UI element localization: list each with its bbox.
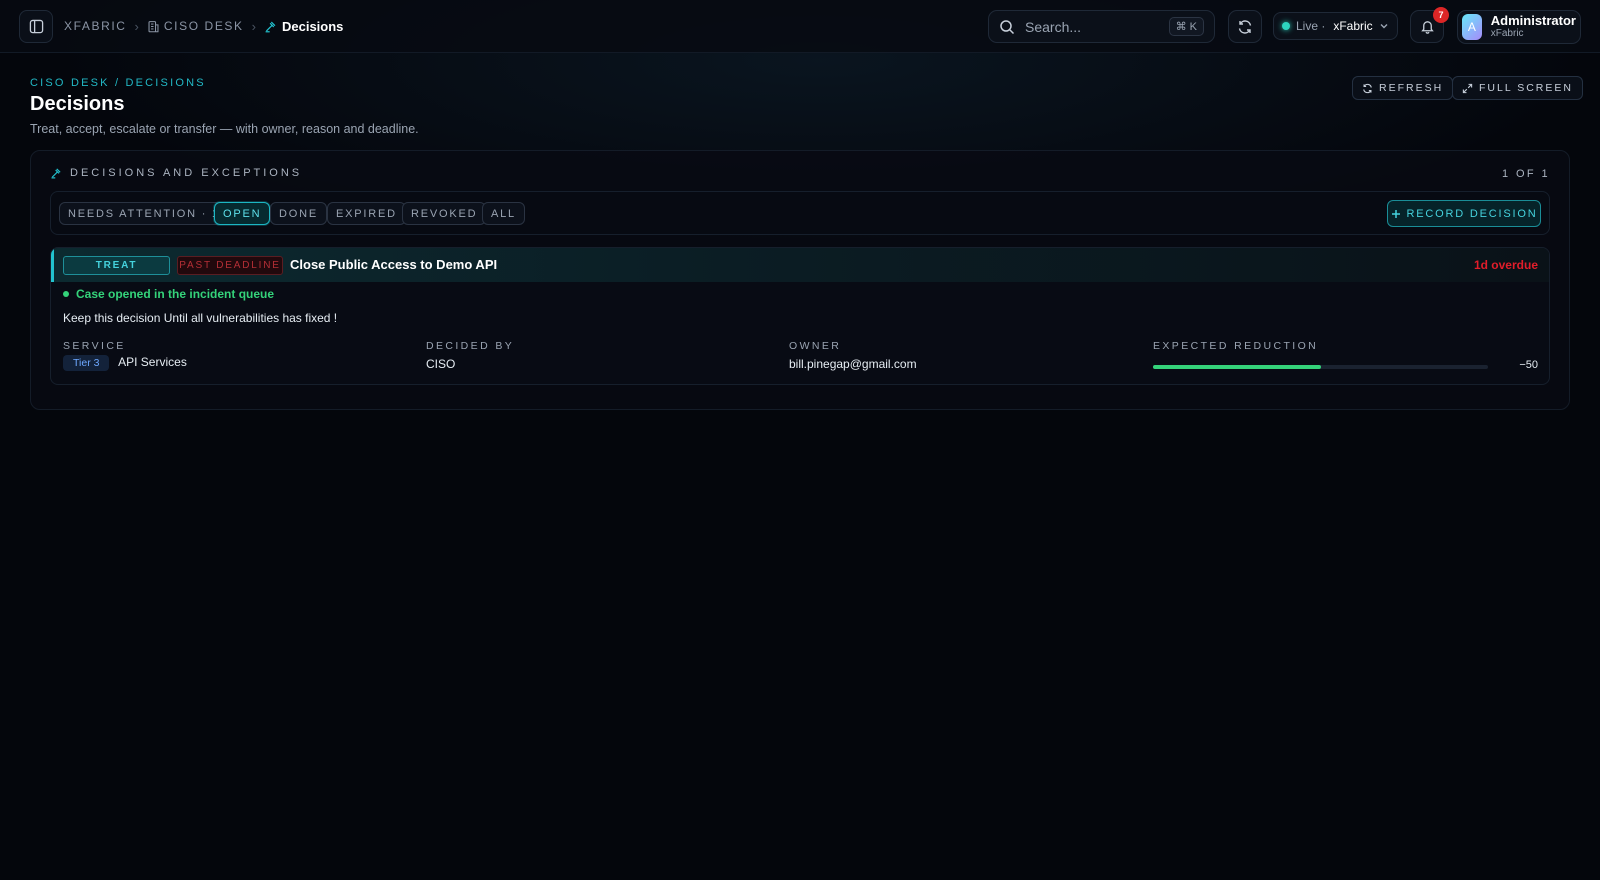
tier-badge: Tier 3 xyxy=(63,355,110,371)
refresh-button[interactable]: REFRESH xyxy=(1352,76,1454,100)
gavel-icon xyxy=(264,20,277,33)
sync-button[interactable] xyxy=(1228,10,1262,43)
result-count: 1 OF 1 xyxy=(1501,168,1550,180)
expand-icon xyxy=(1462,83,1473,94)
avatar: A xyxy=(1462,14,1482,40)
owner-value: bill.pinegap@gmail.com xyxy=(789,357,917,371)
panel-title-label: DECISIONS AND EXCEPTIONS xyxy=(70,167,303,179)
record-decision-label: RECORD DECISION xyxy=(1406,207,1538,220)
user-org: xFabric xyxy=(1490,28,1524,39)
refresh-icon xyxy=(1362,83,1373,94)
search-shortcut-hint: ⌘ K xyxy=(1168,17,1204,36)
chevron-right-icon: › xyxy=(251,18,256,34)
filter-revoked[interactable]: REVOKED xyxy=(402,202,487,225)
panel-title: DECISIONS AND EXCEPTIONS xyxy=(50,167,302,179)
decision-card-header: TREAT PAST DEADLINE Close Public Access … xyxy=(51,248,1549,282)
page-subtitle: Treat, accept, escalate or transfer — wi… xyxy=(30,122,419,136)
chevron-down-icon xyxy=(1379,21,1389,31)
search-icon xyxy=(999,19,1015,35)
status-badge: PAST DEADLINE xyxy=(177,256,283,275)
page-title: Decisions xyxy=(30,93,125,115)
environment-selector[interactable]: Live · xFabric xyxy=(1273,12,1398,40)
plus-icon xyxy=(1391,209,1401,219)
decision-title: Close Public Access to Demo API xyxy=(290,257,498,272)
decision-card[interactable]: TREAT PAST DEADLINE Close Public Access … xyxy=(50,247,1550,385)
breadcrumb-current-label: Decisions xyxy=(281,18,344,34)
filter-open[interactable]: OPEN xyxy=(214,202,271,225)
expected-reduction-label: EXPECTED REDUCTION xyxy=(1153,340,1319,352)
filter-all[interactable]: ALL xyxy=(482,202,525,225)
reduction-progress-bar xyxy=(1153,365,1488,369)
breadcrumb-ciso-desk-label: CISO DESK xyxy=(163,19,244,33)
breadcrumb-ciso-desk[interactable]: CISO DESK xyxy=(147,19,244,33)
sidebar-panel-icon xyxy=(29,19,44,34)
decisions-panel: DECISIONS AND EXCEPTIONS 1 OF 1 NEEDS AT… xyxy=(30,150,1570,410)
full-screen-button[interactable]: FULL SCREEN xyxy=(1452,76,1583,100)
overdue-indicator: 1d overdue xyxy=(1473,258,1538,272)
building-icon xyxy=(147,20,160,33)
live-status-dot xyxy=(1282,22,1290,30)
top-bar: XFABRIC › CISO DESK › Decisions Search..… xyxy=(0,0,1600,53)
record-decision-button[interactable]: RECORD DECISION xyxy=(1387,200,1541,227)
service-value: Tier 3 API Services xyxy=(63,355,187,371)
full-screen-label: FULL SCREEN xyxy=(1479,82,1573,94)
chevron-right-icon: › xyxy=(134,18,139,34)
refresh-icon xyxy=(1237,19,1253,35)
page-kicker: CISO DESK / DECISIONS xyxy=(30,77,206,89)
service-name: API Services xyxy=(118,355,187,369)
decided-by-label: DECIDED BY xyxy=(426,340,515,352)
breadcrumb-xfabric[interactable]: XFABRIC xyxy=(64,19,127,33)
decision-reason: Keep this decision Until all vulnerabili… xyxy=(63,311,338,325)
notification-count-badge: 7 xyxy=(1433,7,1449,23)
gavel-icon xyxy=(50,167,62,179)
owner-label: OWNER xyxy=(789,340,842,352)
sidebar-toggle-button[interactable] xyxy=(19,10,53,43)
user-name: Administrator xyxy=(1490,13,1576,28)
bell-icon xyxy=(1420,19,1435,34)
filter-needs-attention[interactable]: NEEDS ATTENTION · 1 xyxy=(59,202,229,225)
case-status-dot xyxy=(63,291,69,297)
case-status-label: Case opened in the incident queue xyxy=(76,287,275,301)
notifications-button[interactable]: 7 xyxy=(1410,7,1449,43)
user-info: Administrator xFabric xyxy=(1491,14,1576,40)
reduction-progress-fill xyxy=(1153,365,1321,369)
breadcrumb: XFABRIC › CISO DESK › Decisions xyxy=(64,17,343,35)
env-status: Live · xyxy=(1296,19,1326,33)
breadcrumb-current: Decisions xyxy=(264,19,343,34)
search-input[interactable]: Search... ⌘ K xyxy=(988,10,1215,43)
search-placeholder: Search... xyxy=(1025,18,1082,35)
service-label: SERVICE xyxy=(63,340,126,352)
case-status[interactable]: Case opened in the incident queue xyxy=(63,287,274,301)
filter-expired[interactable]: EXPIRED xyxy=(327,202,406,225)
filter-bar: NEEDS ATTENTION · 1 OPEN DONE EXPIRED RE… xyxy=(50,191,1550,235)
env-name: xFabric xyxy=(1333,19,1373,33)
filter-done[interactable]: DONE xyxy=(270,202,327,225)
refresh-label: REFRESH xyxy=(1379,82,1444,94)
decided-by-value: CISO xyxy=(426,357,456,371)
action-tag: TREAT xyxy=(63,256,170,275)
user-menu[interactable]: A Administrator xFabric xyxy=(1457,10,1581,44)
expected-reduction-value: −50 xyxy=(1519,359,1538,371)
